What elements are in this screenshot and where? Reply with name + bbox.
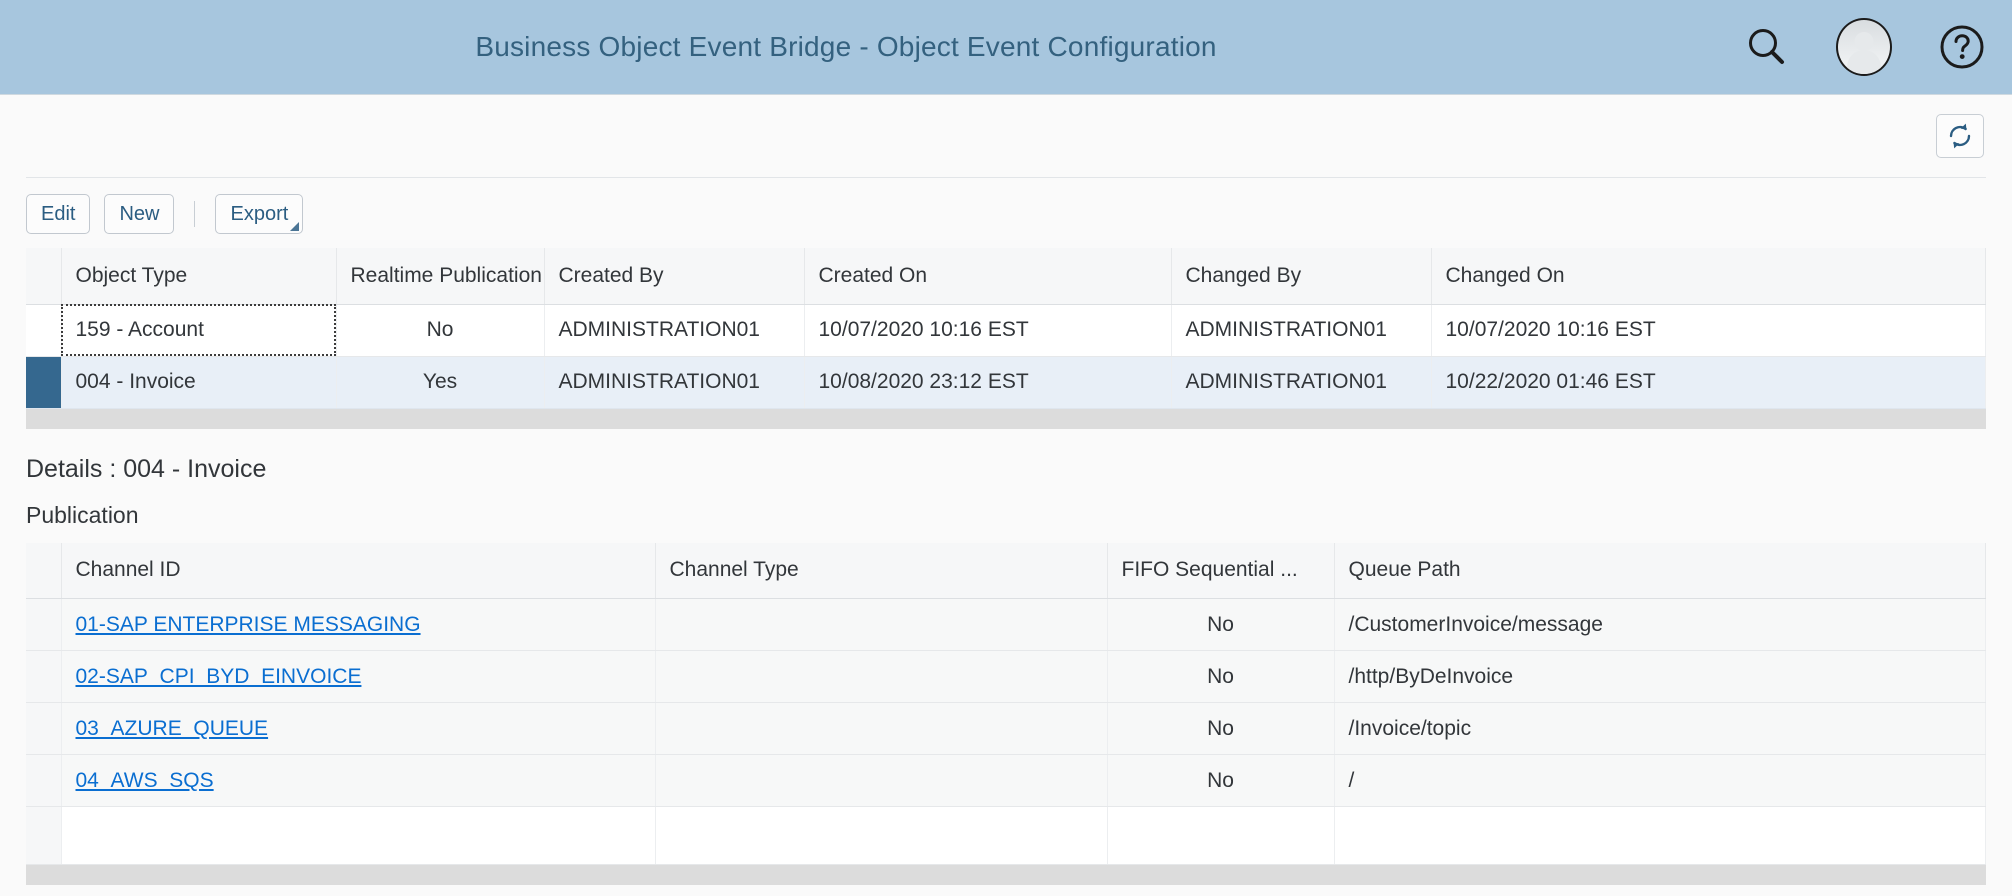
col-queue-path[interactable]: Queue Path: [1334, 542, 1986, 599]
cell-changed-by[interactable]: ADMINISTRATION01: [1171, 304, 1432, 357]
header-actions: [1738, 18, 1990, 76]
search-icon[interactable]: [1738, 19, 1794, 75]
cell-queue-path: /: [1334, 754, 1986, 807]
content-area: Edit New Export Object Type Realtime Pub…: [0, 95, 2012, 885]
table-row[interactable]: 02-SAP_CPI_BYD_EINVOICE No /http/ByDeInv…: [26, 650, 1986, 703]
cell-changed-on: 10/22/2020 01:46 EST: [1431, 356, 1986, 409]
table-row[interactable]: 159 - Account No ADMINISTRATION01 10/07/…: [26, 304, 1986, 357]
select-all-gutter[interactable]: [26, 542, 62, 599]
publication-table: Channel ID Channel Type FIFO Sequential …: [26, 542, 1986, 865]
cell-channel-type: [655, 754, 1108, 807]
channel-id-link[interactable]: 03_AZURE_QUEUE: [76, 717, 269, 740]
edit-button[interactable]: Edit: [26, 194, 91, 234]
row-select-gutter[interactable]: [26, 754, 62, 807]
col-created-on[interactable]: Created On: [804, 248, 1172, 305]
cell-fifo-sequential: No: [1107, 702, 1335, 755]
object-table-wrapper: Object Type Realtime Publication Created…: [26, 248, 1986, 409]
cell-created-by[interactable]: ADMINISTRATION01: [544, 356, 805, 409]
cell-queue-path: /Invoice/topic: [1334, 702, 1986, 755]
menu-corner-icon: [290, 222, 300, 231]
cell-channel-type: [655, 702, 1108, 755]
details-title: Details : 004 - Invoice: [26, 454, 267, 483]
cell-fifo-sequential: No: [1107, 754, 1335, 807]
user-avatar-icon[interactable]: [1836, 18, 1892, 76]
cell-queue-path: /CustomerInvoice/message: [1334, 598, 1986, 651]
cell-queue-path: /http/ByDeInvoice: [1334, 650, 1986, 703]
cell-created-on: 10/08/2020 23:12 EST: [804, 356, 1172, 409]
cell-channel-id[interactable]: 03_AZURE_QUEUE: [61, 702, 656, 755]
publication-table-wrapper: Channel ID Channel Type FIFO Sequential …: [26, 542, 1986, 865]
col-channel-type[interactable]: Channel Type: [655, 542, 1108, 599]
cell-channel-type: [655, 650, 1108, 703]
col-object-type[interactable]: Object Type: [61, 248, 337, 305]
channel-id-link[interactable]: 04_AWS_SQS: [76, 769, 214, 792]
table-row[interactable]: 03_AZURE_QUEUE No /Invoice/topic: [26, 702, 1986, 755]
col-created-by[interactable]: Created By: [544, 248, 805, 305]
table-row-empty[interactable]: [26, 806, 1986, 865]
refresh-button[interactable]: [1936, 114, 1984, 158]
refresh-icon: [1949, 123, 1971, 149]
row-select-gutter[interactable]: [26, 598, 62, 651]
cell-object-type[interactable]: 159 - Account: [61, 304, 337, 357]
col-changed-on[interactable]: Changed On: [1431, 248, 1986, 305]
select-all-gutter[interactable]: [26, 248, 62, 305]
col-changed-by[interactable]: Changed By: [1171, 248, 1432, 305]
cell-changed-by[interactable]: ADMINISTRATION01: [1171, 356, 1432, 409]
table-header-row: Channel ID Channel Type FIFO Sequential …: [26, 542, 1986, 599]
cell-channel-id[interactable]: [61, 806, 656, 865]
channel-id-link[interactable]: 01-SAP ENTERPRISE MESSAGING: [76, 613, 421, 636]
object-event-table: Object Type Realtime Publication Created…: [26, 248, 1986, 409]
cell-created-by[interactable]: ADMINISTRATION01: [544, 304, 805, 357]
row-select-gutter[interactable]: [26, 650, 62, 703]
new-button[interactable]: New: [104, 194, 175, 234]
avatar: [1836, 18, 1892, 76]
toolbar: Edit New Export: [0, 178, 2012, 248]
cell-queue-path: [1334, 806, 1986, 865]
table-row[interactable]: 01-SAP ENTERPRISE MESSAGING No /Customer…: [26, 598, 1986, 651]
cell-fifo-sequential: No: [1107, 650, 1335, 703]
col-realtime-publication[interactable]: Realtime Publication: [336, 248, 545, 305]
publication-section-title: Publication: [26, 501, 139, 528]
cell-object-type[interactable]: 004 - Invoice: [61, 356, 337, 409]
row-select-gutter[interactable]: [26, 356, 62, 409]
row-select-gutter[interactable]: [26, 806, 62, 865]
cell-channel-type: [655, 598, 1108, 651]
app-header: Business Object Event Bridge - Object Ev…: [0, 0, 2012, 95]
export-button[interactable]: Export: [215, 194, 304, 234]
cell-realtime-publication: No: [336, 304, 545, 357]
col-channel-id[interactable]: Channel ID: [61, 542, 656, 599]
cell-channel-id[interactable]: 02-SAP_CPI_BYD_EINVOICE: [61, 650, 656, 703]
object-table-hscrollbar[interactable]: [26, 408, 1986, 429]
cell-changed-on: 10/07/2020 10:16 EST: [1431, 304, 1986, 357]
export-button-label: Export: [230, 202, 289, 225]
cell-channel-id[interactable]: 01-SAP ENTERPRISE MESSAGING: [61, 598, 656, 651]
cell-realtime-publication: Yes: [336, 356, 545, 409]
help-icon[interactable]: [1934, 19, 1990, 75]
cell-fifo-sequential: [1107, 806, 1335, 865]
publication-table-hscrollbar[interactable]: [26, 865, 1986, 885]
col-fifo-sequential[interactable]: FIFO Sequential ...: [1107, 542, 1335, 599]
cell-channel-id[interactable]: 04_AWS_SQS: [61, 754, 656, 807]
page-title: Business Object Event Bridge - Object Ev…: [475, 31, 1217, 62]
table-row[interactable]: 004 - Invoice Yes ADMINISTRATION01 10/08…: [26, 356, 1986, 409]
toolbar-separator: [194, 201, 196, 227]
row-select-gutter[interactable]: [26, 702, 62, 755]
table-header-row: Object Type Realtime Publication Created…: [26, 248, 1986, 305]
row-select-gutter[interactable]: [26, 304, 62, 357]
cell-channel-type: [655, 806, 1108, 865]
cell-fifo-sequential: No: [1107, 598, 1335, 651]
cell-created-on: 10/07/2020 10:16 EST: [804, 304, 1172, 357]
table-row[interactable]: 04_AWS_SQS No /: [26, 754, 1986, 807]
channel-id-link[interactable]: 02-SAP_CPI_BYD_EINVOICE: [76, 665, 362, 688]
refresh-row: [0, 95, 2012, 177]
